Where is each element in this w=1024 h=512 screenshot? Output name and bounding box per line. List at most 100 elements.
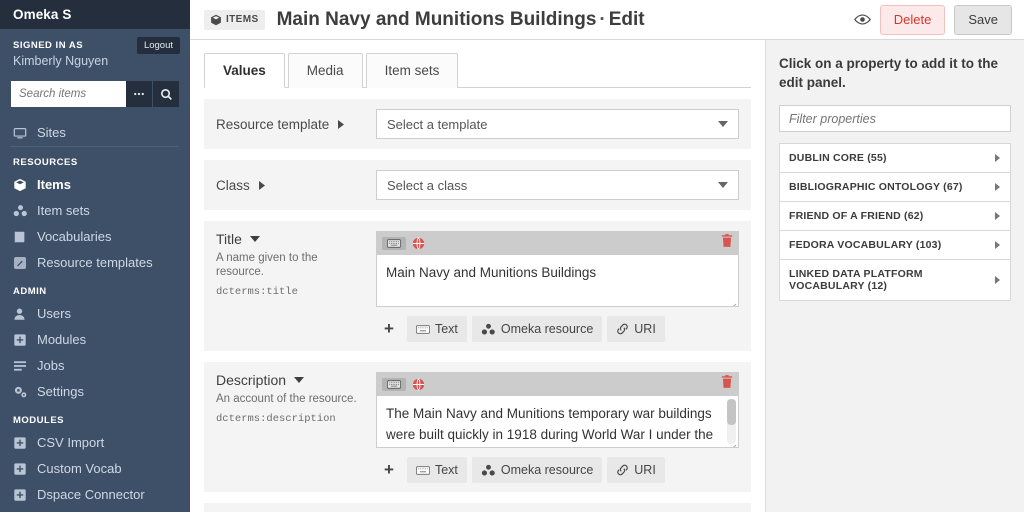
- add-value-button[interactable]: +: [376, 460, 402, 480]
- plus-square-icon: [13, 333, 30, 347]
- resize-handle[interactable]: [728, 296, 737, 306]
- monitor-icon: [13, 126, 30, 140]
- sidebar-item-item-sets[interactable]: Item sets: [0, 198, 190, 224]
- chevron-down-icon: [718, 120, 728, 128]
- sidebar-item-zotero-import[interactable]: Zotero Import: [0, 508, 190, 512]
- link-icon: [616, 464, 629, 476]
- keyboard-icon[interactable]: [382, 377, 406, 391]
- chevron-right-icon: [337, 119, 345, 129]
- sidebar-item-items[interactable]: Items: [0, 172, 190, 198]
- sidebar-item-csv-import[interactable]: CSV Import: [0, 430, 190, 456]
- chevron-right-icon: [994, 183, 1001, 191]
- value-textarea[interactable]: The Main Navy and Munitions temporary wa…: [376, 396, 739, 448]
- property-row: Date A point or period of time associate…: [204, 503, 751, 512]
- top-bar-actions: Delete Save: [853, 4, 1012, 35]
- title-separator: ·: [599, 8, 606, 30]
- property-values: The Main Navy and Munitions temporary wa…: [376, 372, 739, 483]
- sidebar-item-custom-vocab[interactable]: Custom Vocab: [0, 456, 190, 482]
- tab-item-sets[interactable]: Item sets: [365, 53, 459, 88]
- add-uri-label: URI: [634, 322, 656, 336]
- preview-button[interactable]: [853, 13, 871, 26]
- logout-button[interactable]: Logout: [136, 37, 180, 54]
- plus-icon: +: [384, 460, 394, 479]
- globe-icon[interactable]: [412, 236, 425, 250]
- save-button[interactable]: Save: [954, 4, 1012, 35]
- add-uri-button[interactable]: URI: [607, 316, 665, 342]
- plus-square-icon: [13, 488, 30, 502]
- main-region: ITEMS Main Navy and Munitions Buildings ·…: [190, 0, 1024, 512]
- user-name: Kimberly Nguyen: [13, 54, 109, 68]
- sidebar-item-vocabularies[interactable]: Vocabularies: [0, 224, 190, 250]
- vocabulary-friend-of-a-friend[interactable]: FRIEND OF A FRIEND (62): [779, 202, 1011, 231]
- vocabulary-label: DUBLIN CORE (55): [789, 152, 887, 164]
- property-term-label: Description: [216, 372, 287, 388]
- chevron-right-icon: [994, 212, 1001, 220]
- class-select[interactable]: Select a class: [376, 170, 739, 200]
- vocabulary-bibliographic-ontology[interactable]: BIBLIOGRAPHIC ONTOLOGY (67): [779, 173, 1011, 202]
- property-term-toggle[interactable]: Description: [216, 372, 366, 388]
- sidebar-item-label: Dspace Connector: [37, 487, 145, 502]
- property-selector-heading: Click on a property to add it to the edi…: [779, 56, 999, 90]
- trash-icon[interactable]: [721, 375, 733, 393]
- breadcrumb[interactable]: ITEMS: [204, 9, 265, 30]
- app-brand[interactable]: Omeka S: [0, 0, 190, 29]
- sidebar-item-resource-templates[interactable]: Resource templates: [0, 250, 190, 276]
- keyboard-icon[interactable]: [382, 236, 406, 250]
- link-icon: [616, 323, 629, 335]
- tab-media[interactable]: Media: [287, 53, 363, 88]
- pencil-square-icon: [13, 256, 30, 270]
- search-submit-button[interactable]: [153, 81, 179, 107]
- property-selector-panel: Click on a property to add it to the edi…: [765, 40, 1024, 512]
- property-comment: An account of the resource.: [216, 393, 357, 405]
- vocabulary-linked-data-platform[interactable]: LINKED DATA PLATFORM VOCABULARY (12): [779, 260, 1011, 301]
- sidebar-item-settings[interactable]: Settings: [0, 379, 190, 405]
- add-value-button[interactable]: +: [376, 319, 402, 339]
- resource-template-select[interactable]: Select a template: [376, 109, 739, 139]
- trash-icon[interactable]: [721, 234, 733, 252]
- add-uri-button[interactable]: URI: [607, 457, 665, 483]
- globe-icon[interactable]: [412, 377, 425, 391]
- plus-icon: +: [384, 319, 394, 338]
- keyboard-icon: [416, 324, 430, 334]
- sidebar-item-label: Resource templates: [37, 255, 153, 270]
- sidebar-item-label: Item sets: [37, 203, 90, 218]
- advanced-search-button[interactable]: [126, 81, 152, 107]
- search-icon: [160, 88, 173, 101]
- sidebar-item-label: Vocabularies: [37, 229, 112, 244]
- top-bar: ITEMS Main Navy and Munitions Buildings ·…: [190, 0, 1024, 40]
- nav-section-resources: RESOURCES: [13, 157, 78, 168]
- gears-icon: [13, 385, 30, 399]
- value-toolbar: [376, 231, 739, 255]
- add-omeka-resource-button[interactable]: Omeka resource: [471, 457, 603, 483]
- sidebar-item-modules[interactable]: Modules: [0, 327, 190, 353]
- sidebar-item-dspace-connector[interactable]: Dspace Connector: [0, 482, 190, 508]
- add-omeka-resource-button[interactable]: Omeka resource: [471, 316, 603, 342]
- delete-button[interactable]: Delete: [879, 4, 946, 35]
- vocabulary-dublin-core[interactable]: DUBLIN CORE (55): [779, 143, 1011, 173]
- property-term-label: Title: [216, 231, 242, 247]
- chevron-right-icon: [258, 180, 266, 190]
- add-text-value-label: Text: [434, 322, 458, 336]
- add-text-value-button[interactable]: Text: [406, 457, 467, 483]
- sidebar-item-sites[interactable]: Sites: [0, 120, 190, 146]
- chevron-down-icon: [249, 235, 260, 243]
- user-icon: [13, 307, 30, 321]
- vocabulary-fedora[interactable]: FEDORA VOCABULARY (103): [779, 231, 1011, 260]
- resource-template-label: Resource template: [216, 116, 330, 132]
- property-term-toggle[interactable]: Title: [216, 231, 366, 247]
- sidebar-item-jobs[interactable]: Jobs: [0, 353, 190, 379]
- property-row: Title A name given to the resource. dcte…: [204, 221, 751, 351]
- resource-template-label-group[interactable]: Resource template: [216, 117, 376, 132]
- sidebar-search: [11, 81, 179, 107]
- tab-values[interactable]: Values: [204, 53, 285, 88]
- resize-handle[interactable]: [728, 437, 737, 447]
- vocabulary-label: LINKED DATA PLATFORM VOCABULARY (12): [789, 268, 923, 292]
- add-text-value-button[interactable]: Text: [406, 316, 467, 342]
- add-omeka-resource-label: Omeka resource: [500, 322, 594, 336]
- filter-properties-input[interactable]: [779, 105, 1011, 132]
- search-input[interactable]: [11, 81, 126, 107]
- chevron-right-icon: [994, 241, 1001, 249]
- class-label-group[interactable]: Class: [216, 178, 376, 193]
- sidebar-item-users[interactable]: Users: [0, 301, 190, 327]
- value-textarea[interactable]: Main Navy and Munitions Buildings: [376, 255, 739, 307]
